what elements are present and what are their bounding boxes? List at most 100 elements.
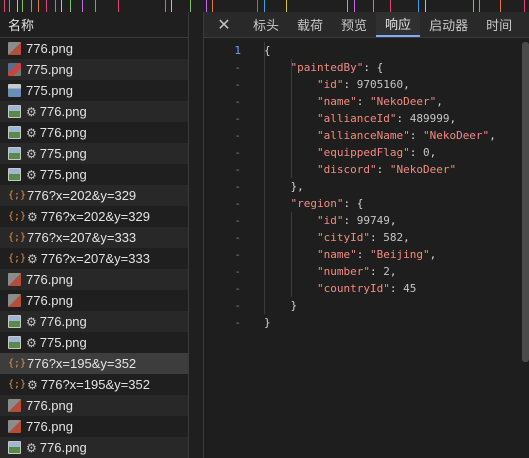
- code-token: :: [396, 112, 410, 125]
- code-line: "allianceId": 489999,: [264, 110, 496, 127]
- close-icon[interactable]: ✕: [204, 12, 244, 37]
- request-rows: 776.png 775.png 775.png ⚙ 776.png ⚙ 776.png ⚙ 77…: [0, 38, 188, 458]
- timeline-tick: [22, 0, 23, 12]
- line-number[interactable]: -: [204, 195, 249, 212]
- line-number[interactable]: -: [204, 297, 249, 314]
- line-number[interactable]: -: [204, 127, 249, 144]
- image-file-icon: [8, 399, 21, 412]
- code-token: "equippedFlag": [316, 146, 410, 159]
- request-row[interactable]: 776.png: [0, 269, 188, 290]
- vertical-scrollbar[interactable]: [522, 42, 529, 362]
- code-token: "allianceName": [316, 129, 410, 142]
- image-file-icon: [8, 420, 21, 433]
- line-number[interactable]: 1: [204, 42, 249, 59]
- line-number[interactable]: -: [204, 110, 249, 127]
- timeline-strip: [0, 0, 529, 12]
- line-number[interactable]: -: [204, 76, 249, 93]
- line-number[interactable]: -: [204, 144, 249, 161]
- code-line: "id": 9705160,: [264, 76, 496, 93]
- code-token: : {: [343, 197, 364, 210]
- column-header-name[interactable]: 名称: [0, 12, 188, 38]
- code-line: "name": "Beijing",: [264, 246, 496, 263]
- tab-1[interactable]: 载荷: [288, 12, 332, 37]
- timeline-tick: [206, 0, 207, 12]
- image-file-icon: [8, 63, 21, 76]
- code-token: ,: [429, 146, 437, 159]
- timeline-tick: [31, 0, 32, 12]
- tab-5[interactable]: 时间: [477, 12, 521, 37]
- code-token: "NekoDeer": [422, 129, 490, 142]
- line-number[interactable]: -: [204, 246, 249, 263]
- detail-tabs: ✕ 标头 载荷 预览 响应 启动器 时间: [204, 12, 529, 38]
- code-token: "Beijing": [369, 248, 430, 261]
- code-line: }: [264, 297, 496, 314]
- request-row[interactable]: ⚙ 775.png: [0, 164, 188, 185]
- request-row[interactable]: 776.png: [0, 395, 188, 416]
- line-number[interactable]: -: [204, 263, 249, 280]
- request-row[interactable]: ⚙ 776.png: [0, 122, 188, 143]
- request-name: 776.png: [26, 41, 73, 56]
- line-number[interactable]: -: [204, 314, 249, 331]
- request-row[interactable]: ⚙ 776.png: [0, 101, 188, 122]
- timeline-tick: [4, 0, 5, 12]
- request-row[interactable]: ⚙ 775.png: [0, 143, 188, 164]
- code-line: "region": {: [264, 195, 496, 212]
- request-row[interactable]: {;} ⚙ 776?x=195&y=352: [0, 374, 188, 395]
- request-row[interactable]: {;} 776?x=195&y=352: [0, 353, 188, 374]
- tab-0[interactable]: 标头: [244, 12, 288, 37]
- request-row[interactable]: ⚙ 776.png: [0, 437, 188, 458]
- code-token: :: [369, 265, 384, 278]
- request-name: 776?x=202&y=329: [40, 209, 150, 224]
- request-name: 775.png: [39, 146, 87, 161]
- tab-3[interactable]: 响应: [376, 12, 421, 37]
- request-row[interactable]: ⚙ 776.png: [0, 311, 188, 332]
- line-number-gutter: 1----------------: [204, 42, 249, 331]
- image-file-icon: [8, 168, 21, 181]
- code-token: 0: [422, 146, 430, 159]
- request-row[interactable]: ⚙ 775.png: [0, 332, 188, 353]
- request-row[interactable]: {;} ⚙ 776?x=207&y=333: [0, 248, 188, 269]
- json-file-icon: {;}: [8, 379, 27, 390]
- line-number[interactable]: -: [204, 212, 249, 229]
- request-row[interactable]: {;} ⚙ 776?x=202&y=329: [0, 206, 188, 227]
- tab-2[interactable]: 预览: [332, 12, 376, 37]
- code-token: :: [409, 146, 423, 159]
- code-token: "name": [316, 95, 357, 108]
- code-line: "id": 99749,: [264, 212, 496, 229]
- line-number[interactable]: -: [204, 161, 249, 178]
- timeline-tick: [212, 0, 213, 12]
- code-token: },: [264, 180, 304, 193]
- panel-divider[interactable]: [188, 12, 204, 458]
- code-token: ,: [389, 265, 397, 278]
- line-number[interactable]: -: [204, 280, 249, 297]
- response-viewer: 1---------------- { "paintedBy": { "id":…: [204, 42, 522, 458]
- gear-icon: ⚙: [26, 440, 37, 455]
- code-line: }: [264, 314, 496, 331]
- request-row[interactable]: 775.png: [0, 80, 188, 101]
- line-number[interactable]: -: [204, 178, 249, 195]
- code-token: "NekoDeer": [389, 163, 457, 176]
- request-row[interactable]: 776.png: [0, 416, 188, 437]
- line-number[interactable]: -: [204, 59, 249, 76]
- code-line: "cityId": 582,: [264, 229, 496, 246]
- line-number[interactable]: -: [204, 229, 249, 246]
- request-row[interactable]: 776.png: [0, 290, 188, 311]
- code-line: "equippedFlag": 0,: [264, 144, 496, 161]
- gear-icon: ⚙: [26, 167, 37, 182]
- request-row[interactable]: 776.png: [0, 38, 188, 59]
- timeline-tick: [165, 0, 166, 12]
- image-file-icon: [8, 42, 21, 55]
- code-line: "countryId": 45: [264, 280, 496, 297]
- code-token: :: [409, 129, 423, 142]
- timeline-tick: [479, 0, 480, 12]
- request-row[interactable]: {;} 776?x=207&y=333: [0, 227, 188, 248]
- timeline-tick: [354, 0, 355, 12]
- request-row[interactable]: {;} 776?x=202&y=329: [0, 185, 188, 206]
- line-number[interactable]: -: [204, 93, 249, 110]
- tab-4[interactable]: 启动器: [420, 12, 477, 37]
- image-file-icon: [8, 315, 21, 328]
- request-row[interactable]: 775.png: [0, 59, 188, 80]
- code-token: }: [264, 299, 298, 312]
